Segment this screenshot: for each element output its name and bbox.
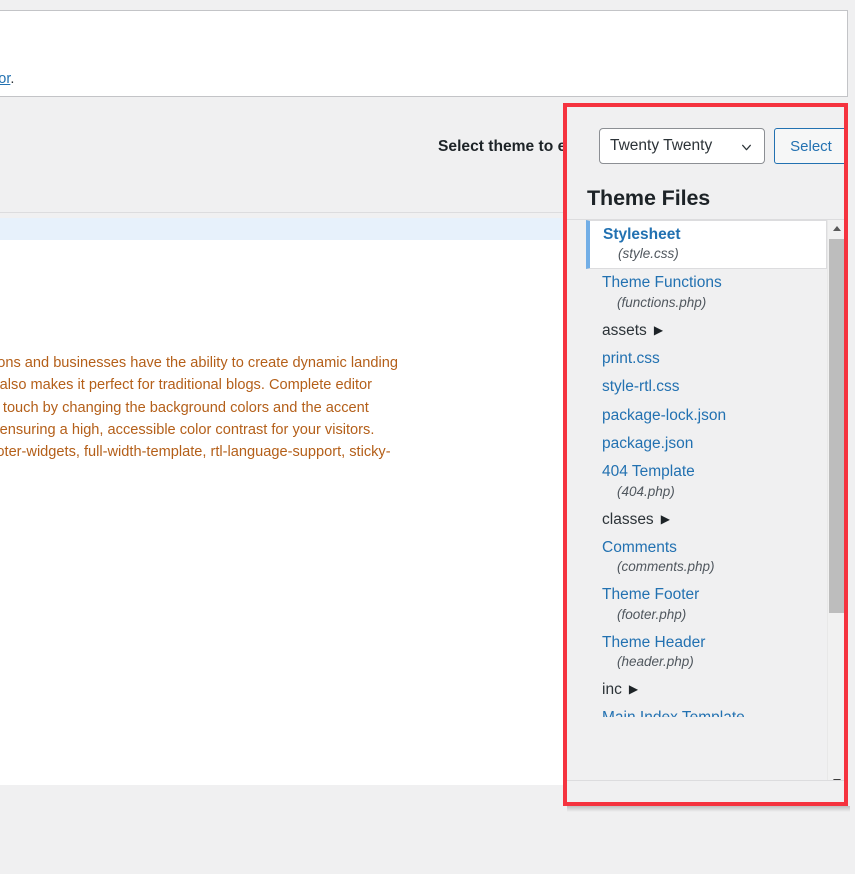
theme-file-item[interactable]: style-rtl.css [586, 373, 827, 401]
theme-file-filename: (comments.php) [617, 559, 715, 575]
theme-file-name: Theme Functions [602, 274, 722, 292]
theme-file-item[interactable]: classes ▶ [586, 506, 827, 534]
file-list-scrollbar[interactable] [827, 220, 844, 789]
folder-expand-arrow-icon[interactable]: ▶ [654, 323, 663, 338]
theme-file-item[interactable]: 404 Template (404.php) [586, 458, 827, 505]
theme-file-name: print.css [602, 349, 660, 367]
folder-expand-arrow-icon[interactable]: ▶ [661, 512, 670, 527]
theme-select-value: Twenty Twenty [610, 137, 713, 154]
theme-folder-name: inc ▶ [602, 680, 639, 698]
theme-file-item[interactable]: Theme Functions (functions.php) [586, 269, 827, 316]
theme-file-item[interactable]: package.json [586, 430, 827, 458]
notice-panel: itor. [0, 10, 848, 97]
theme-files-highlight-box: Twenty Twenty Select Theme Files Stylesh… [563, 103, 848, 806]
file-list-scrollbar-thumb[interactable] [829, 239, 844, 613]
theme-file-name: Main Index Template [602, 708, 815, 717]
screen-root: itor. ditor. Organizations and businesse… [0, 0, 855, 874]
theme-file-filename: (functions.php) [617, 294, 707, 310]
theme-files-title: Theme Files [587, 186, 711, 210]
notice-link[interactable]: itor [0, 71, 10, 87]
theme-file-filename: (style.css) [618, 246, 679, 262]
theme-file-item[interactable]: Theme Header (header.php) [586, 629, 827, 676]
triangle-up-icon [832, 226, 841, 231]
theme-files-viewport: Stylesheet (style.css) Theme Functions (fun… [586, 220, 827, 789]
folder-expand-arrow-icon[interactable]: ▶ [629, 682, 638, 697]
theme-file-item[interactable]: Stylesheet (style.css) [586, 220, 827, 270]
theme-select-dropdown[interactable]: Twenty Twenty [599, 128, 765, 164]
theme-file-name: package-lock.json [602, 406, 727, 424]
theme-file-name: Theme Header [602, 633, 706, 651]
theme-files-list: Stylesheet (style.css) Theme Functions (fun… [586, 220, 827, 717]
theme-file-item[interactable]: assets ▶ [586, 317, 827, 345]
theme-files-list-box: Stylesheet (style.css) Theme Functions (fun… [567, 219, 844, 789]
file-list-scrollbar-up-button[interactable] [828, 220, 844, 237]
theme-file-item[interactable]: Main Index Template [586, 704, 827, 717]
theme-file-filename: (footer.php) [617, 606, 687, 622]
theme-folder-name: assets ▶ [602, 321, 664, 339]
theme-file-name: style-rtl.css [602, 378, 680, 396]
theme-file-filename: (header.php) [617, 653, 694, 669]
panel-drop-shadow [567, 806, 850, 812]
theme-file-name: 404 Template [602, 463, 695, 481]
theme-file-filename: (404.php) [617, 483, 675, 499]
theme-file-item[interactable]: Theme Footer (footer.php) [586, 581, 827, 628]
notice-period: . [10, 71, 15, 87]
theme-file-item[interactable]: print.css [586, 345, 827, 373]
theme-files-panel: Twenty Twenty Select Theme Files Stylesh… [567, 107, 844, 802]
theme-files-panel-footer [567, 780, 844, 802]
select-theme-button[interactable]: Select [774, 128, 844, 164]
notice-text: itor. [0, 71, 14, 87]
theme-file-item[interactable]: package-lock.json [586, 402, 827, 430]
theme-file-name: package.json [602, 435, 694, 452]
theme-file-item[interactable]: inc ▶ [586, 676, 827, 704]
theme-folder-name: classes ▶ [602, 510, 670, 528]
chevron-down-icon [742, 144, 751, 151]
theme-file-item[interactable]: Comments (comments.php) [586, 534, 827, 581]
theme-file-name: Comments [602, 539, 677, 556]
theme-selector-row: Twenty Twenty Select [567, 126, 844, 166]
theme-file-name: Stylesheet [603, 226, 681, 243]
theme-file-name: Theme Footer [602, 586, 700, 604]
